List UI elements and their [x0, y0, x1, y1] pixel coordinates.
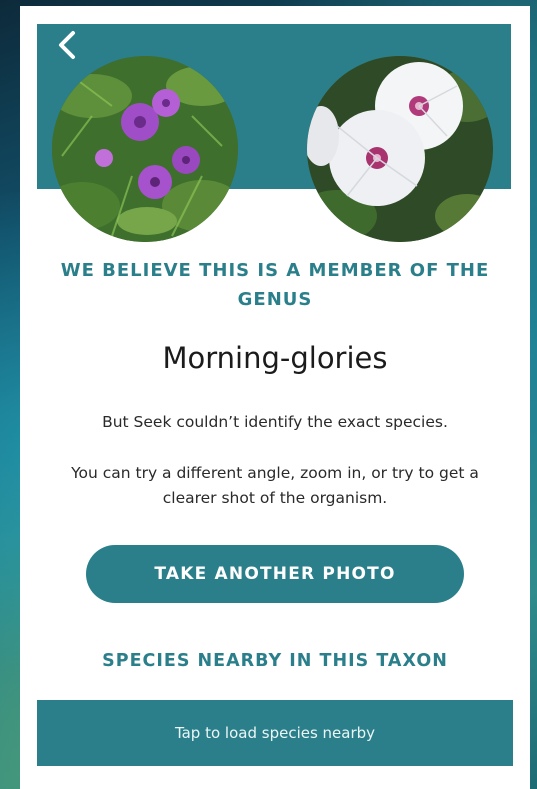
back-button[interactable]	[52, 28, 82, 62]
photo-tips: You can try a different angle, zoom in, …	[71, 464, 479, 507]
load-species-nearby-label: Tap to load species nearby	[174, 724, 376, 742]
match-photo	[307, 56, 493, 242]
take-another-photo-button[interactable]: TAKE ANOTHER PHOTO	[86, 545, 464, 603]
purple-flowers-image	[52, 56, 238, 242]
genus-kicker: WE BELIEVE THIS IS A MEMBER OF THE GENUS	[60, 260, 490, 310]
results-card: WE BELIEVE THIS IS A MEMBER OF THE GENUS…	[20, 6, 530, 789]
taxon-name: Morning-glories	[162, 341, 388, 375]
user-photo	[52, 56, 238, 242]
load-species-nearby-button[interactable]: Tap to load species nearby	[37, 700, 513, 766]
chevron-left-icon	[59, 31, 75, 59]
white-flowers-image	[307, 56, 493, 242]
species-nearby-heading: SPECIES NEARBY IN THIS TAXON	[102, 651, 448, 671]
identification-note: But Seek couldn’t identify the exact spe…	[102, 413, 448, 431]
